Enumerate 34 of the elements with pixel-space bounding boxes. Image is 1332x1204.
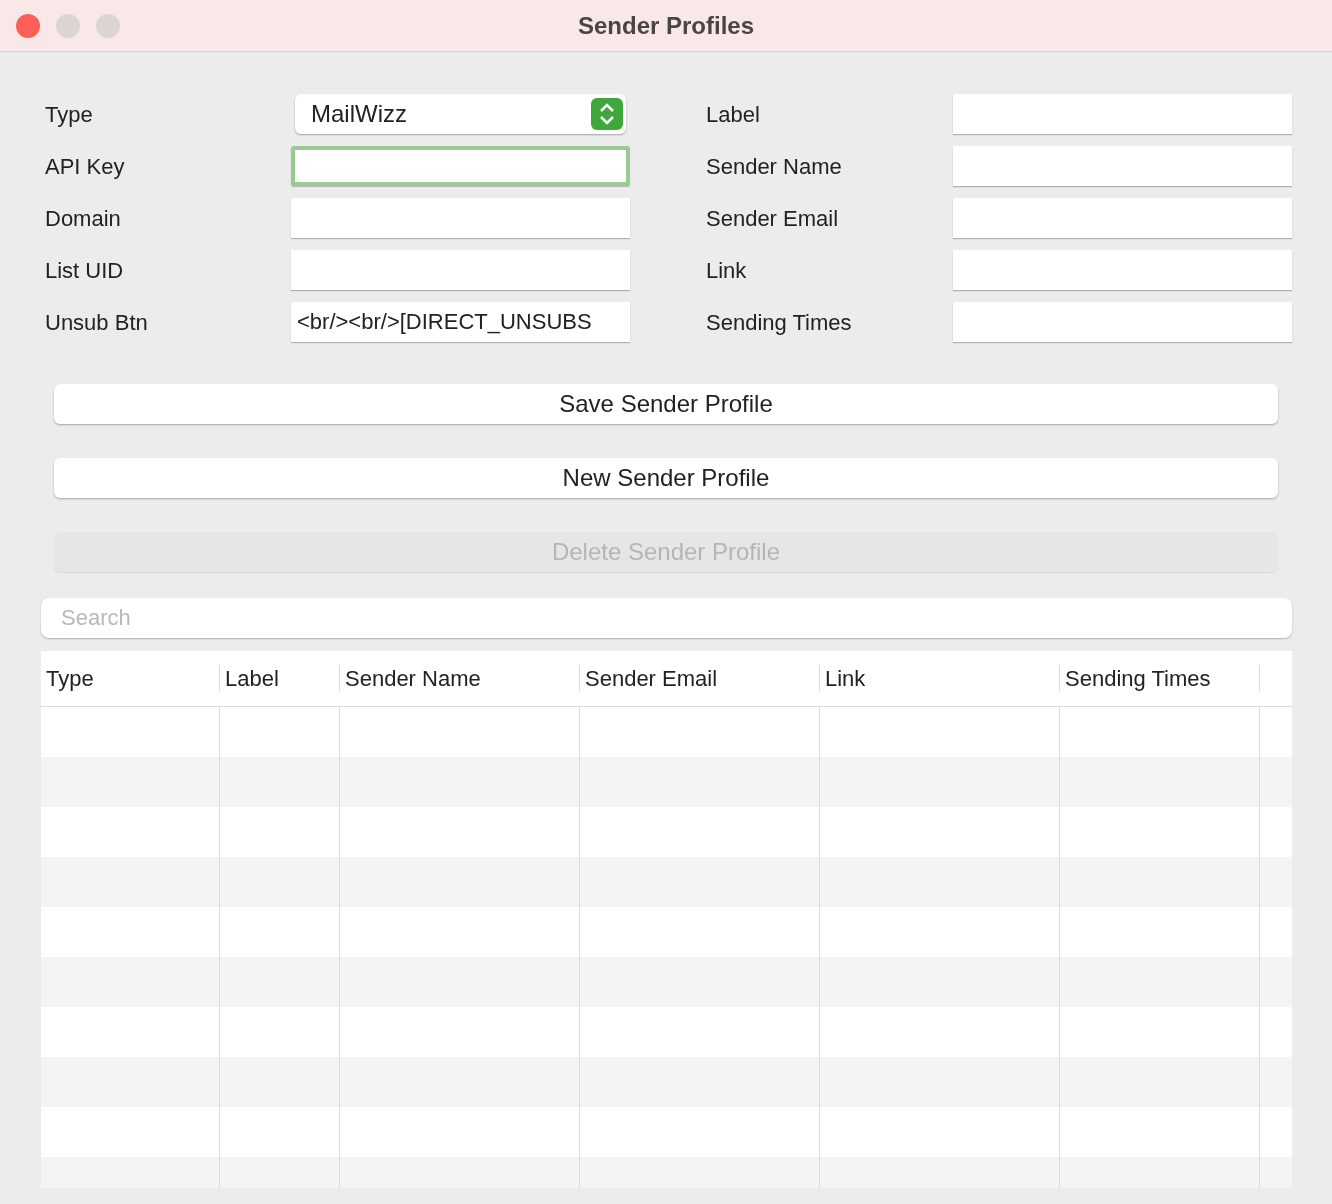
- field-label: Sender Name: [706, 152, 843, 181]
- search-field[interactable]: Search: [41, 598, 1292, 638]
- text-field[interactable]: [953, 198, 1292, 238]
- window-title: Sender Profiles: [577, 10, 755, 41]
- column-header[interactable]: Type: [41, 662, 99, 695]
- text-field[interactable]: [291, 198, 630, 238]
- column-header[interactable]: Sending Times: [1060, 662, 1216, 695]
- column-header[interactable]: Sender Email: [580, 662, 723, 695]
- column-header[interactable]: Label: [220, 662, 284, 695]
- field-label: Sending Times: [706, 308, 853, 337]
- field-label: Type: [45, 100, 94, 129]
- text-field[interactable]: [953, 250, 1292, 290]
- text-field[interactable]: [291, 250, 630, 290]
- field-label: Label: [706, 100, 761, 129]
- column-header[interactable]: Sender Name: [340, 662, 486, 695]
- minimize-button[interactable]: [56, 13, 80, 38]
- type-dropdown[interactable]: MailWizz: [295, 94, 626, 134]
- action-button[interactable]: New Sender Profile: [54, 458, 1278, 498]
- field-label: API Key: [45, 152, 126, 181]
- field-label: Link: [706, 256, 748, 285]
- action-button[interactable]: Save Sender Profile: [54, 384, 1278, 424]
- field-label: Domain: [45, 204, 122, 233]
- zoom-button[interactable]: [96, 13, 120, 38]
- field-label: Sender Email: [706, 204, 840, 233]
- field-label: List UID: [45, 256, 125, 285]
- field-label: Unsub Btn: [45, 308, 149, 337]
- text-field[interactable]: <br/><br/>[DIRECT_UNSUBS: [291, 302, 630, 342]
- text-field[interactable]: [953, 94, 1292, 134]
- text-field[interactable]: [291, 146, 630, 186]
- text-field[interactable]: [953, 146, 1292, 186]
- close-button[interactable]: [16, 13, 40, 38]
- text-field[interactable]: [953, 302, 1292, 342]
- stepper-icon: [591, 98, 623, 130]
- column-header[interactable]: Link: [820, 662, 871, 695]
